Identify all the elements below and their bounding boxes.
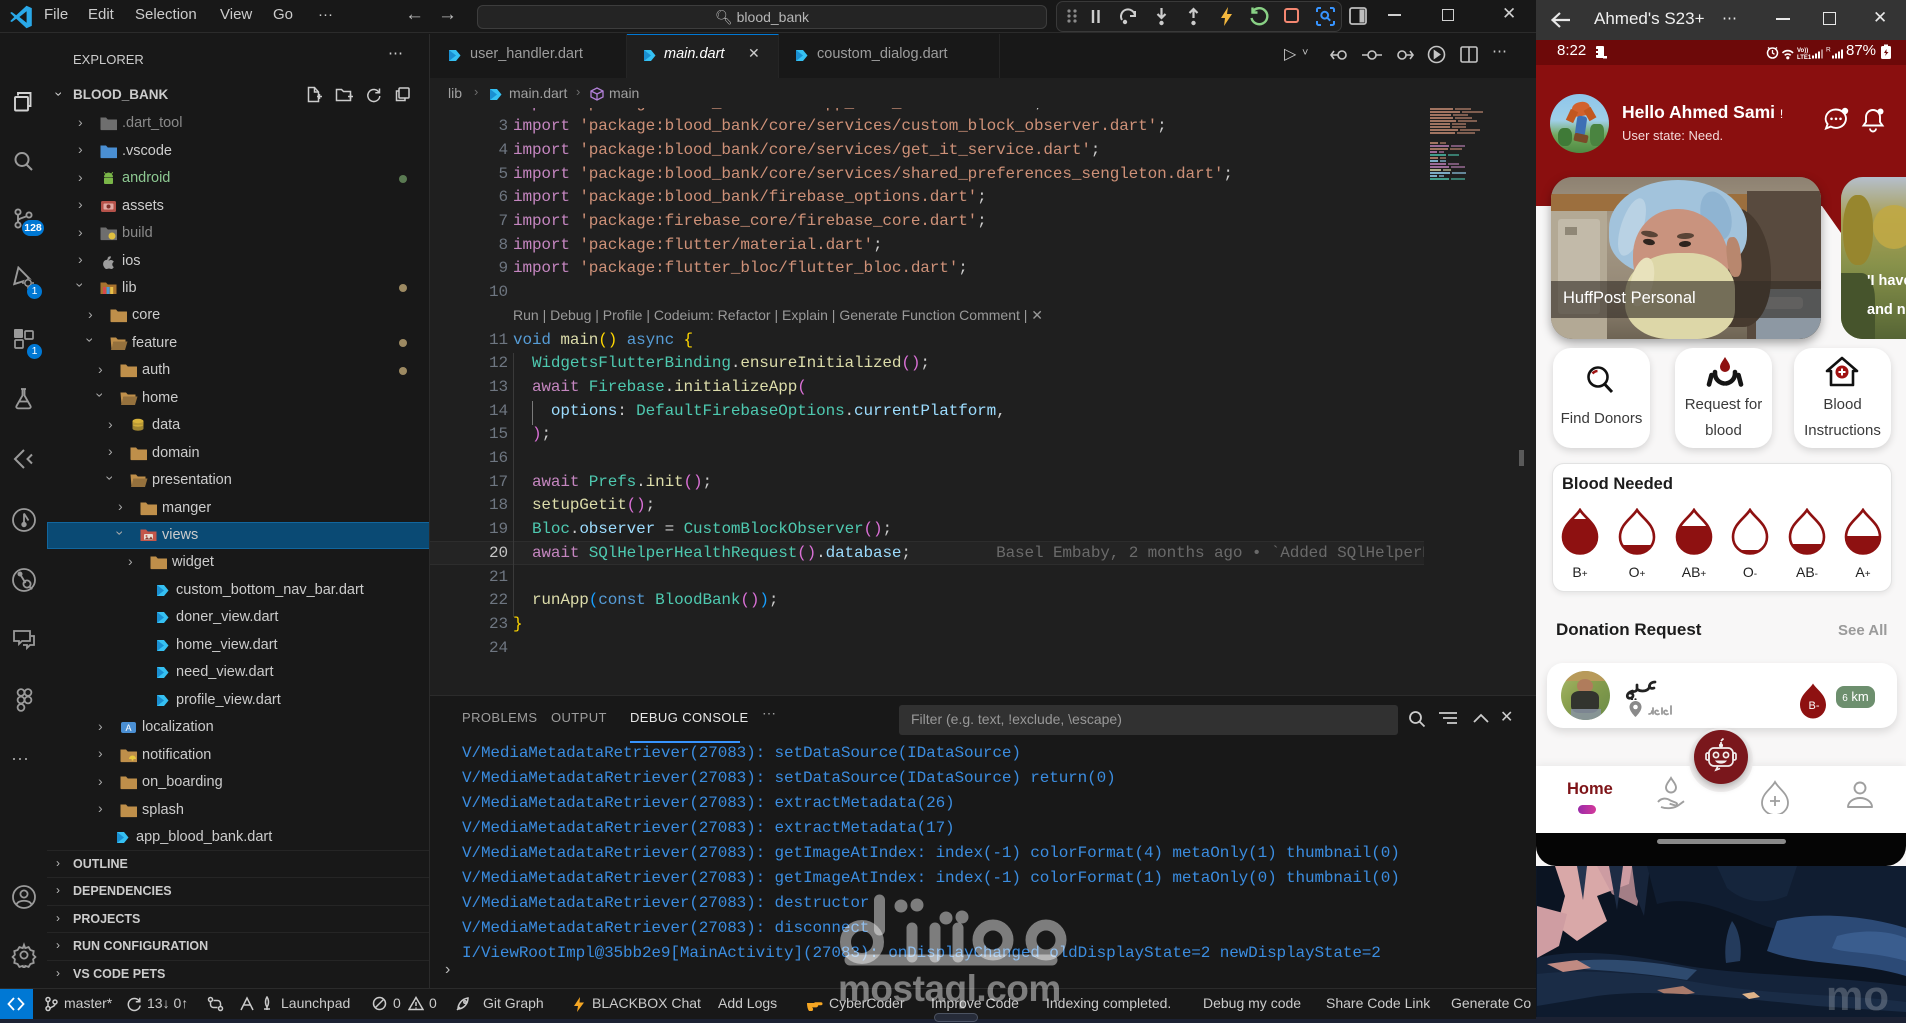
svg-text:Vo)): Vo)) bbox=[1797, 48, 1808, 54]
svg-text:R: R bbox=[1826, 47, 1831, 54]
svg-text:A: A bbox=[125, 723, 131, 733]
svg-text:mostaql.com: mostaql.com bbox=[838, 968, 1061, 1009]
svg-text:LTE1: LTE1 bbox=[1797, 55, 1812, 61]
svg-text:B-: B- bbox=[1809, 700, 1820, 712]
